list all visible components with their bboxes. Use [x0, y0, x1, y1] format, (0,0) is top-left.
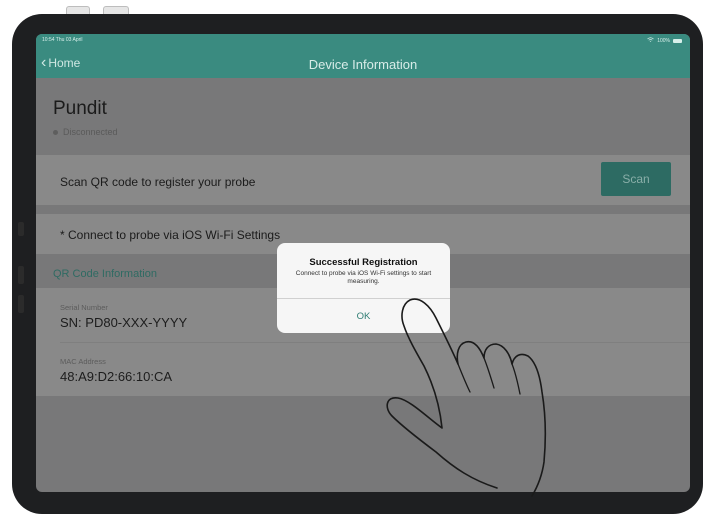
pointing-hand-icon [386, 298, 547, 497]
